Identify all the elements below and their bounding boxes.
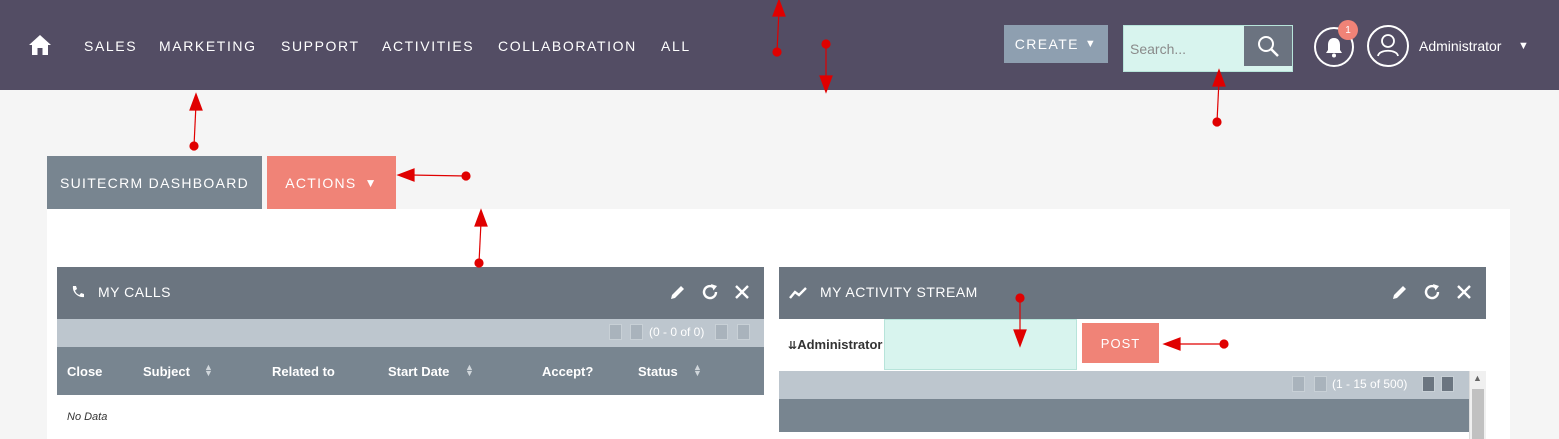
refresh-icon[interactable] (1422, 282, 1442, 302)
nav-item-activities[interactable]: ACTIVITIES (382, 38, 474, 54)
tab-dashboard-label: SUITECRM DASHBOARD (59, 174, 250, 191)
caret-down-icon: ▼ (364, 175, 378, 190)
user-avatar[interactable] (1367, 25, 1409, 67)
phone-icon (72, 286, 84, 298)
user-menu-name[interactable]: Administrator (1419, 38, 1501, 54)
pager-first-icon[interactable] (609, 324, 622, 340)
nav-item-marketing[interactable]: MARKETING (159, 38, 257, 54)
search-icon (1258, 36, 1279, 57)
post-button[interactable]: POST (1082, 323, 1159, 363)
activity-stream-dashlet-header: MY ACTIVITY STREAM (779, 267, 1486, 319)
search-button[interactable] (1244, 26, 1292, 66)
my-calls-pager-text: (0 - 0 of 0) (649, 325, 705, 339)
nav-item-collaboration[interactable]: COLLABORATION (498, 38, 637, 54)
stream-user-name: Administrator (797, 337, 883, 352)
my-calls-pager-bar: (0 - 0 of 0) (57, 319, 764, 347)
pager-prev-icon[interactable] (630, 324, 643, 340)
activity-stream-row (779, 399, 1469, 432)
close-icon[interactable] (732, 282, 752, 302)
pager-last-icon[interactable] (1441, 376, 1454, 392)
annotation-arrow (396, 168, 471, 182)
post-button-label: POST (1100, 335, 1141, 351)
activity-stream-pager-bar: (1 - 15 of 500) (779, 371, 1469, 399)
double-chevron-down-icon: ⇊ (788, 340, 798, 352)
refresh-icon[interactable] (700, 282, 720, 302)
create-button[interactable]: CREATE ▼ (1004, 25, 1108, 63)
activity-chart-icon (789, 287, 807, 299)
pager-next-icon[interactable] (715, 324, 728, 340)
home-icon[interactable] (28, 34, 52, 56)
pager-prev-icon[interactable] (1314, 376, 1327, 392)
column-subject[interactable]: Subject (143, 364, 190, 379)
my-calls-dashlet-header: MY CALLS (57, 267, 764, 319)
edit-pencil-icon[interactable] (1390, 282, 1410, 302)
column-status[interactable]: Status (638, 364, 678, 379)
activity-post-input[interactable] (884, 319, 1077, 370)
nav-item-sales[interactable]: SALES (84, 38, 137, 54)
stream-user-link[interactable]: ⇊Administrator (788, 337, 882, 352)
pager-first-icon[interactable] (1292, 376, 1305, 392)
annotation-arrow (189, 92, 203, 151)
create-button-label: CREATE (1014, 36, 1079, 52)
tab-suitecrm-dashboard[interactable]: SUITECRM DASHBOARD (47, 156, 262, 209)
column-start-date[interactable]: Start Date (388, 364, 449, 379)
no-data-message: No Data (67, 411, 108, 423)
sort-icon[interactable]: ▲ ▼ (465, 363, 474, 378)
nav-item-all[interactable]: ALL (661, 38, 691, 54)
activity-stream-scrollbar[interactable]: ▲ (1469, 371, 1486, 439)
notification-count-badge: 1 (1338, 20, 1358, 40)
nav-item-support[interactable]: SUPPORT (281, 38, 360, 54)
edit-pencil-icon[interactable] (668, 282, 688, 302)
close-icon[interactable] (1454, 282, 1474, 302)
column-accept[interactable]: Accept? (542, 364, 593, 379)
search-box (1123, 25, 1293, 72)
pager-next-icon[interactable] (1422, 376, 1435, 392)
sort-icon[interactable]: ▲ ▼ (204, 363, 213, 378)
actions-label: ACTIONS (285, 174, 357, 191)
caret-down-icon: ▼ (1084, 38, 1098, 50)
user-icon (1377, 34, 1399, 57)
pager-last-icon[interactable] (737, 324, 750, 340)
activity-stream-pager-text: (1 - 15 of 500) (1332, 377, 1408, 391)
scrollbar-thumb[interactable] (1472, 389, 1484, 439)
search-input[interactable] (1124, 26, 1244, 71)
column-close[interactable]: Close (67, 364, 102, 379)
my-calls-column-header: Close Subject ▲ ▼ Related to Start Date ▲… (57, 347, 764, 395)
user-menu-caret-icon[interactable]: ▼ (1518, 40, 1529, 52)
my-calls-title: MY CALLS (98, 284, 171, 300)
scroll-up-icon[interactable]: ▲ (1473, 373, 1482, 383)
actions-dropdown-button[interactable]: ACTIONS ▼ (267, 156, 396, 209)
sort-icon[interactable]: ▲ ▼ (693, 363, 702, 378)
activity-stream-title: MY ACTIVITY STREAM (820, 284, 978, 300)
top-navigation-bar: SALES MARKETING SUPPORT ACTIVITIES COLLA… (0, 0, 1559, 90)
column-related-to[interactable]: Related to (272, 364, 335, 379)
